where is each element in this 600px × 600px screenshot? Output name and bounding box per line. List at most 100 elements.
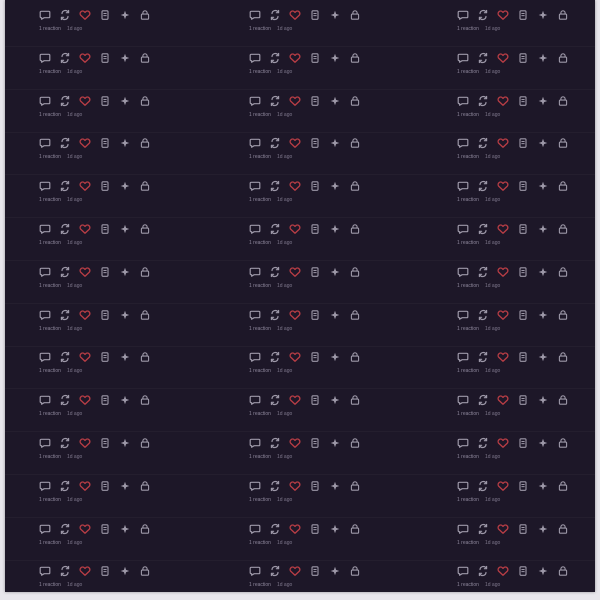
lock-icon[interactable] [139, 437, 151, 449]
reaction-count[interactable]: 1 reaction [457, 154, 479, 160]
heart-icon[interactable] [497, 266, 509, 278]
heart-icon[interactable] [79, 351, 91, 363]
comment-icon[interactable] [249, 9, 261, 21]
comment-icon[interactable] [457, 266, 469, 278]
sparkle-icon[interactable] [329, 351, 341, 363]
comment-icon[interactable] [457, 565, 469, 577]
reaction-count[interactable]: 1 reaction [249, 454, 271, 460]
reaction-count[interactable]: 1 reaction [249, 154, 271, 160]
reaction-count[interactable]: 1 reaction [457, 368, 479, 374]
heart-icon[interactable] [289, 52, 301, 64]
repost-icon[interactable] [477, 437, 489, 449]
bookmark-icon[interactable] [517, 523, 529, 535]
heart-icon[interactable] [79, 180, 91, 192]
sparkle-icon[interactable] [537, 95, 549, 107]
reaction-count[interactable]: 1 reaction [39, 240, 61, 246]
sparkle-icon[interactable] [537, 52, 549, 64]
lock-icon[interactable] [557, 351, 569, 363]
reaction-count[interactable]: 1 reaction [39, 368, 61, 374]
reaction-count[interactable]: 1 reaction [457, 240, 479, 246]
repost-icon[interactable] [59, 223, 71, 235]
reaction-count[interactable]: 1 reaction [457, 283, 479, 289]
comment-icon[interactable] [39, 266, 51, 278]
comment-icon[interactable] [457, 523, 469, 535]
repost-icon[interactable] [477, 480, 489, 492]
heart-icon[interactable] [497, 394, 509, 406]
heart-icon[interactable] [79, 523, 91, 535]
repost-icon[interactable] [477, 351, 489, 363]
sparkle-icon[interactable] [119, 565, 131, 577]
comment-icon[interactable] [457, 52, 469, 64]
lock-icon[interactable] [557, 565, 569, 577]
sparkle-icon[interactable] [537, 565, 549, 577]
reaction-count[interactable]: 1 reaction [39, 411, 61, 417]
reaction-count[interactable]: 1 reaction [39, 26, 61, 32]
reaction-count[interactable]: 1 reaction [39, 197, 61, 203]
sparkle-icon[interactable] [329, 394, 341, 406]
reaction-count[interactable]: 1 reaction [457, 197, 479, 203]
comment-icon[interactable] [249, 52, 261, 64]
reaction-count[interactable]: 1 reaction [457, 326, 479, 332]
repost-icon[interactable] [477, 565, 489, 577]
sparkle-icon[interactable] [119, 394, 131, 406]
reaction-count[interactable]: 1 reaction [457, 540, 479, 546]
comment-icon[interactable] [249, 95, 261, 107]
repost-icon[interactable] [477, 309, 489, 321]
bookmark-icon[interactable] [517, 565, 529, 577]
lock-icon[interactable] [139, 523, 151, 535]
bookmark-icon[interactable] [99, 523, 111, 535]
sparkle-icon[interactable] [537, 437, 549, 449]
lock-icon[interactable] [139, 137, 151, 149]
bookmark-icon[interactable] [309, 52, 321, 64]
bookmark-icon[interactable] [517, 9, 529, 21]
repost-icon[interactable] [477, 523, 489, 535]
bookmark-icon[interactable] [517, 180, 529, 192]
lock-icon[interactable] [349, 523, 361, 535]
reaction-count[interactable]: 1 reaction [249, 240, 271, 246]
comment-icon[interactable] [457, 351, 469, 363]
comment-icon[interactable] [249, 394, 261, 406]
bookmark-icon[interactable] [99, 437, 111, 449]
lock-icon[interactable] [139, 52, 151, 64]
sparkle-icon[interactable] [329, 309, 341, 321]
heart-icon[interactable] [497, 480, 509, 492]
sparkle-icon[interactable] [537, 9, 549, 21]
lock-icon[interactable] [557, 437, 569, 449]
sparkle-icon[interactable] [329, 95, 341, 107]
heart-icon[interactable] [289, 137, 301, 149]
repost-icon[interactable] [269, 137, 281, 149]
heart-icon[interactable] [289, 180, 301, 192]
sparkle-icon[interactable] [119, 266, 131, 278]
sparkle-icon[interactable] [329, 266, 341, 278]
repost-icon[interactable] [269, 9, 281, 21]
reaction-count[interactable]: 1 reaction [457, 411, 479, 417]
repost-icon[interactable] [477, 137, 489, 149]
heart-icon[interactable] [289, 437, 301, 449]
repost-icon[interactable] [59, 180, 71, 192]
lock-icon[interactable] [349, 223, 361, 235]
comment-icon[interactable] [39, 523, 51, 535]
comment-icon[interactable] [457, 95, 469, 107]
heart-icon[interactable] [497, 223, 509, 235]
lock-icon[interactable] [557, 480, 569, 492]
lock-icon[interactable] [349, 394, 361, 406]
sparkle-icon[interactable] [119, 137, 131, 149]
bookmark-icon[interactable] [517, 223, 529, 235]
sparkle-icon[interactable] [119, 480, 131, 492]
repost-icon[interactable] [269, 266, 281, 278]
bookmark-icon[interactable] [309, 351, 321, 363]
lock-icon[interactable] [557, 180, 569, 192]
bookmark-icon[interactable] [309, 266, 321, 278]
comment-icon[interactable] [39, 394, 51, 406]
comment-icon[interactable] [457, 223, 469, 235]
lock-icon[interactable] [349, 52, 361, 64]
lock-icon[interactable] [349, 437, 361, 449]
bookmark-icon[interactable] [99, 309, 111, 321]
repost-icon[interactable] [269, 480, 281, 492]
bookmark-icon[interactable] [517, 266, 529, 278]
reaction-count[interactable]: 1 reaction [39, 540, 61, 546]
repost-icon[interactable] [269, 52, 281, 64]
sparkle-icon[interactable] [119, 351, 131, 363]
comment-icon[interactable] [457, 394, 469, 406]
repost-icon[interactable] [59, 394, 71, 406]
